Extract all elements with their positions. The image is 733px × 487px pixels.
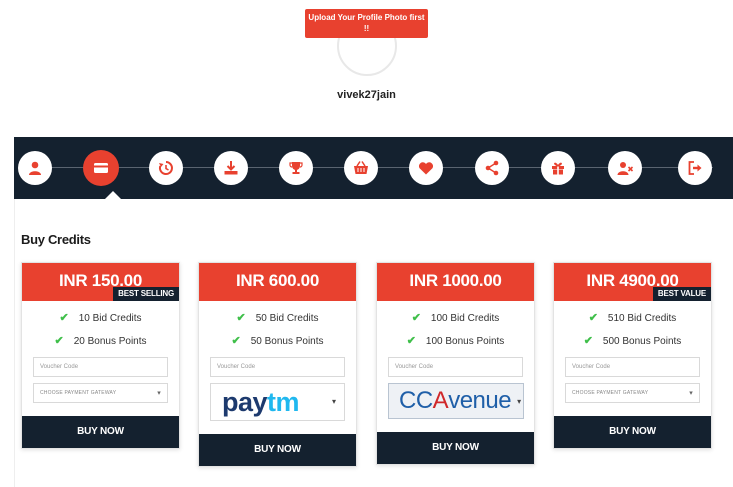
username: vivek27jain bbox=[337, 89, 396, 101]
bonus-points-feature: ✔ 20 Bonus Points bbox=[22, 330, 179, 353]
buy-now-button[interactable]: BUY NOW bbox=[199, 434, 356, 466]
best-selling-badge: BEST SELLING bbox=[113, 287, 179, 301]
ccavenue-logo: CC Avenue ▾ bbox=[388, 383, 524, 419]
bid-credits-feature: ✔ 10 Bid Credits bbox=[22, 307, 179, 330]
bonus-points-feature: ✔ 500 Bonus Points bbox=[554, 330, 711, 353]
bonus-points-label: 100 Bonus Points bbox=[425, 336, 505, 347]
remove-user-icon bbox=[617, 162, 634, 175]
plan-card: INR 4900.00 BEST VALUE ✔ 510 Bid Credits … bbox=[553, 262, 712, 449]
nav-history-button[interactable] bbox=[149, 151, 183, 185]
heart-icon bbox=[418, 162, 434, 175]
plan-price: INR 1000.00 bbox=[409, 271, 502, 290]
check-icon: ✔ bbox=[588, 312, 598, 324]
nav-credits-button[interactable] bbox=[83, 150, 119, 186]
plan-price: INR 600.00 bbox=[236, 271, 319, 290]
plan-price-header: INR 600.00 bbox=[199, 263, 356, 301]
chevron-down-icon: ▾ bbox=[689, 390, 693, 397]
voucher-code-input[interactable]: Voucher Code bbox=[33, 357, 168, 377]
section-title: Buy Credits bbox=[21, 232, 91, 247]
bid-credits-label: 100 Bid Credits bbox=[430, 313, 500, 324]
plan-price-header: INR 150.00 BEST SELLING bbox=[22, 263, 179, 301]
nav-share-button[interactable] bbox=[475, 151, 509, 185]
plan-price-header: INR 4900.00 BEST VALUE bbox=[554, 263, 711, 301]
nav-wins-button[interactable] bbox=[279, 151, 313, 185]
basket-icon bbox=[354, 161, 368, 174]
gift-icon bbox=[552, 162, 564, 175]
bonus-points-feature: ✔ 50 Bonus Points bbox=[199, 330, 356, 353]
payment-gateway-select[interactable]: CC Avenue ▾ bbox=[388, 383, 524, 419]
nav-rewards-button[interactable] bbox=[541, 151, 575, 185]
chevron-down-icon: ▾ bbox=[157, 390, 161, 397]
check-icon: ✔ bbox=[406, 335, 416, 347]
payment-gateway-select[interactable]: CHOOSE PAYMENT GATEWAY ▾ bbox=[565, 383, 700, 403]
check-icon: ✔ bbox=[231, 335, 241, 347]
bonus-points-label: 500 Bonus Points bbox=[602, 336, 682, 347]
trophy-icon bbox=[289, 162, 303, 174]
buy-now-button[interactable]: BUY NOW bbox=[554, 416, 711, 448]
plan-price-header: INR 1000.00 bbox=[377, 263, 534, 301]
check-icon: ✔ bbox=[54, 335, 64, 347]
nav-basket-button[interactable] bbox=[344, 151, 378, 185]
bonus-points-feature: ✔ 100 Bonus Points bbox=[377, 330, 534, 353]
bid-credits-feature: ✔ 50 Bid Credits bbox=[199, 307, 356, 330]
user-icon bbox=[29, 161, 41, 175]
chevron-down-icon: ▾ bbox=[331, 397, 336, 406]
check-icon: ✔ bbox=[411, 312, 421, 324]
profile-header: Upload Your Profile Photo first !! vivek… bbox=[0, 0, 733, 136]
bid-credits-label: 510 Bid Credits bbox=[607, 313, 677, 324]
best-value-badge: BEST VALUE bbox=[652, 287, 711, 301]
nav-downloads-button[interactable] bbox=[214, 151, 248, 185]
check-icon: ✔ bbox=[59, 312, 69, 324]
buy-now-button[interactable]: BUY NOW bbox=[22, 416, 179, 448]
bid-credits-feature: ✔ 100 Bid Credits bbox=[377, 307, 534, 330]
bid-credits-label: 10 Bid Credits bbox=[78, 313, 142, 324]
nav-deactivate-button[interactable] bbox=[608, 151, 642, 185]
voucher-code-input[interactable]: Voucher Code bbox=[388, 357, 523, 377]
plan-card: INR 1000.00 ✔ 100 Bid Credits ✔ 100 Bonus … bbox=[376, 262, 535, 465]
voucher-code-input[interactable]: Voucher Code bbox=[210, 357, 345, 377]
bonus-points-label: 50 Bonus Points bbox=[250, 336, 324, 347]
bid-credits-feature: ✔ 510 Bid Credits bbox=[554, 307, 711, 330]
logout-icon bbox=[688, 161, 702, 175]
credit-card-icon bbox=[94, 163, 108, 173]
plan-card: INR 150.00 BEST SELLING ✔ 10 Bid Credits … bbox=[21, 262, 180, 449]
paytm-logo: paytm bbox=[222, 387, 300, 417]
payment-gateway-select[interactable]: paytm ▾ bbox=[210, 383, 345, 421]
payment-gateway-placeholder: CHOOSE PAYMENT GATEWAY bbox=[572, 390, 649, 396]
nav-profile-button[interactable] bbox=[18, 151, 52, 185]
payment-gateway-select[interactable]: CHOOSE PAYMENT GATEWAY ▾ bbox=[33, 383, 168, 403]
chevron-down-icon: ▾ bbox=[517, 396, 521, 406]
share-icon bbox=[485, 160, 499, 176]
bonus-points-label: 20 Bonus Points bbox=[73, 336, 147, 347]
download-icon bbox=[224, 161, 238, 175]
bid-credits-label: 50 Bid Credits bbox=[255, 313, 319, 324]
nav-favorites-button[interactable] bbox=[409, 151, 443, 185]
nav-logout-button[interactable] bbox=[678, 151, 712, 185]
account-navbar bbox=[14, 137, 733, 199]
upload-photo-tooltip[interactable]: Upload Your Profile Photo first !! bbox=[305, 9, 428, 38]
check-icon: ✔ bbox=[583, 335, 593, 347]
history-icon bbox=[158, 161, 173, 175]
plan-card: INR 600.00 ✔ 50 Bid Credits ✔ 50 Bonus Poi… bbox=[198, 262, 357, 467]
active-tab-caret bbox=[105, 191, 121, 199]
payment-gateway-placeholder: CHOOSE PAYMENT GATEWAY bbox=[40, 390, 117, 396]
check-icon: ✔ bbox=[236, 312, 246, 324]
buy-now-button[interactable]: BUY NOW bbox=[377, 432, 534, 464]
voucher-code-input[interactable]: Voucher Code bbox=[565, 357, 700, 377]
